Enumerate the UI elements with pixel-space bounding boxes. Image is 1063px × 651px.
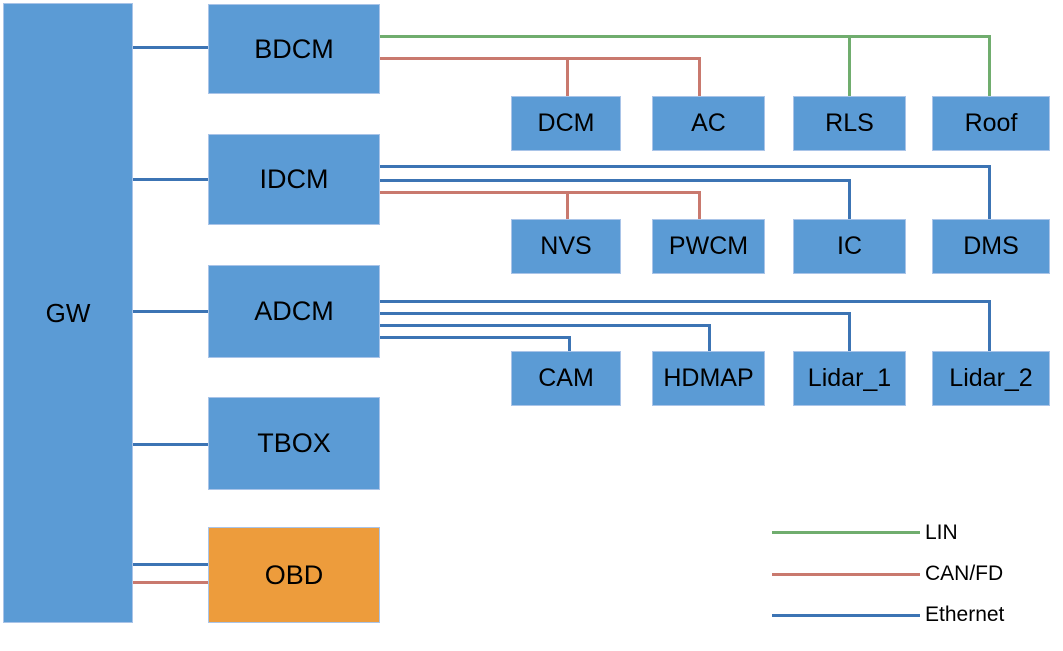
- legend-swatch-lin: [772, 531, 920, 534]
- network-architecture-diagram: GW BDCM IDCM ADCM TBOX OBD DCM AC RLS Ro…: [0, 0, 1063, 651]
- legend-swatch-ethernet: [772, 614, 920, 617]
- legend: LIN CAN/FD Ethernet: [0, 0, 1063, 651]
- legend-label-lin: LIN: [925, 521, 958, 544]
- legend-label-ethernet: Ethernet: [925, 603, 1005, 626]
- legend-swatch-canfd: [772, 573, 920, 576]
- legend-label-canfd: CAN/FD: [925, 562, 1004, 585]
